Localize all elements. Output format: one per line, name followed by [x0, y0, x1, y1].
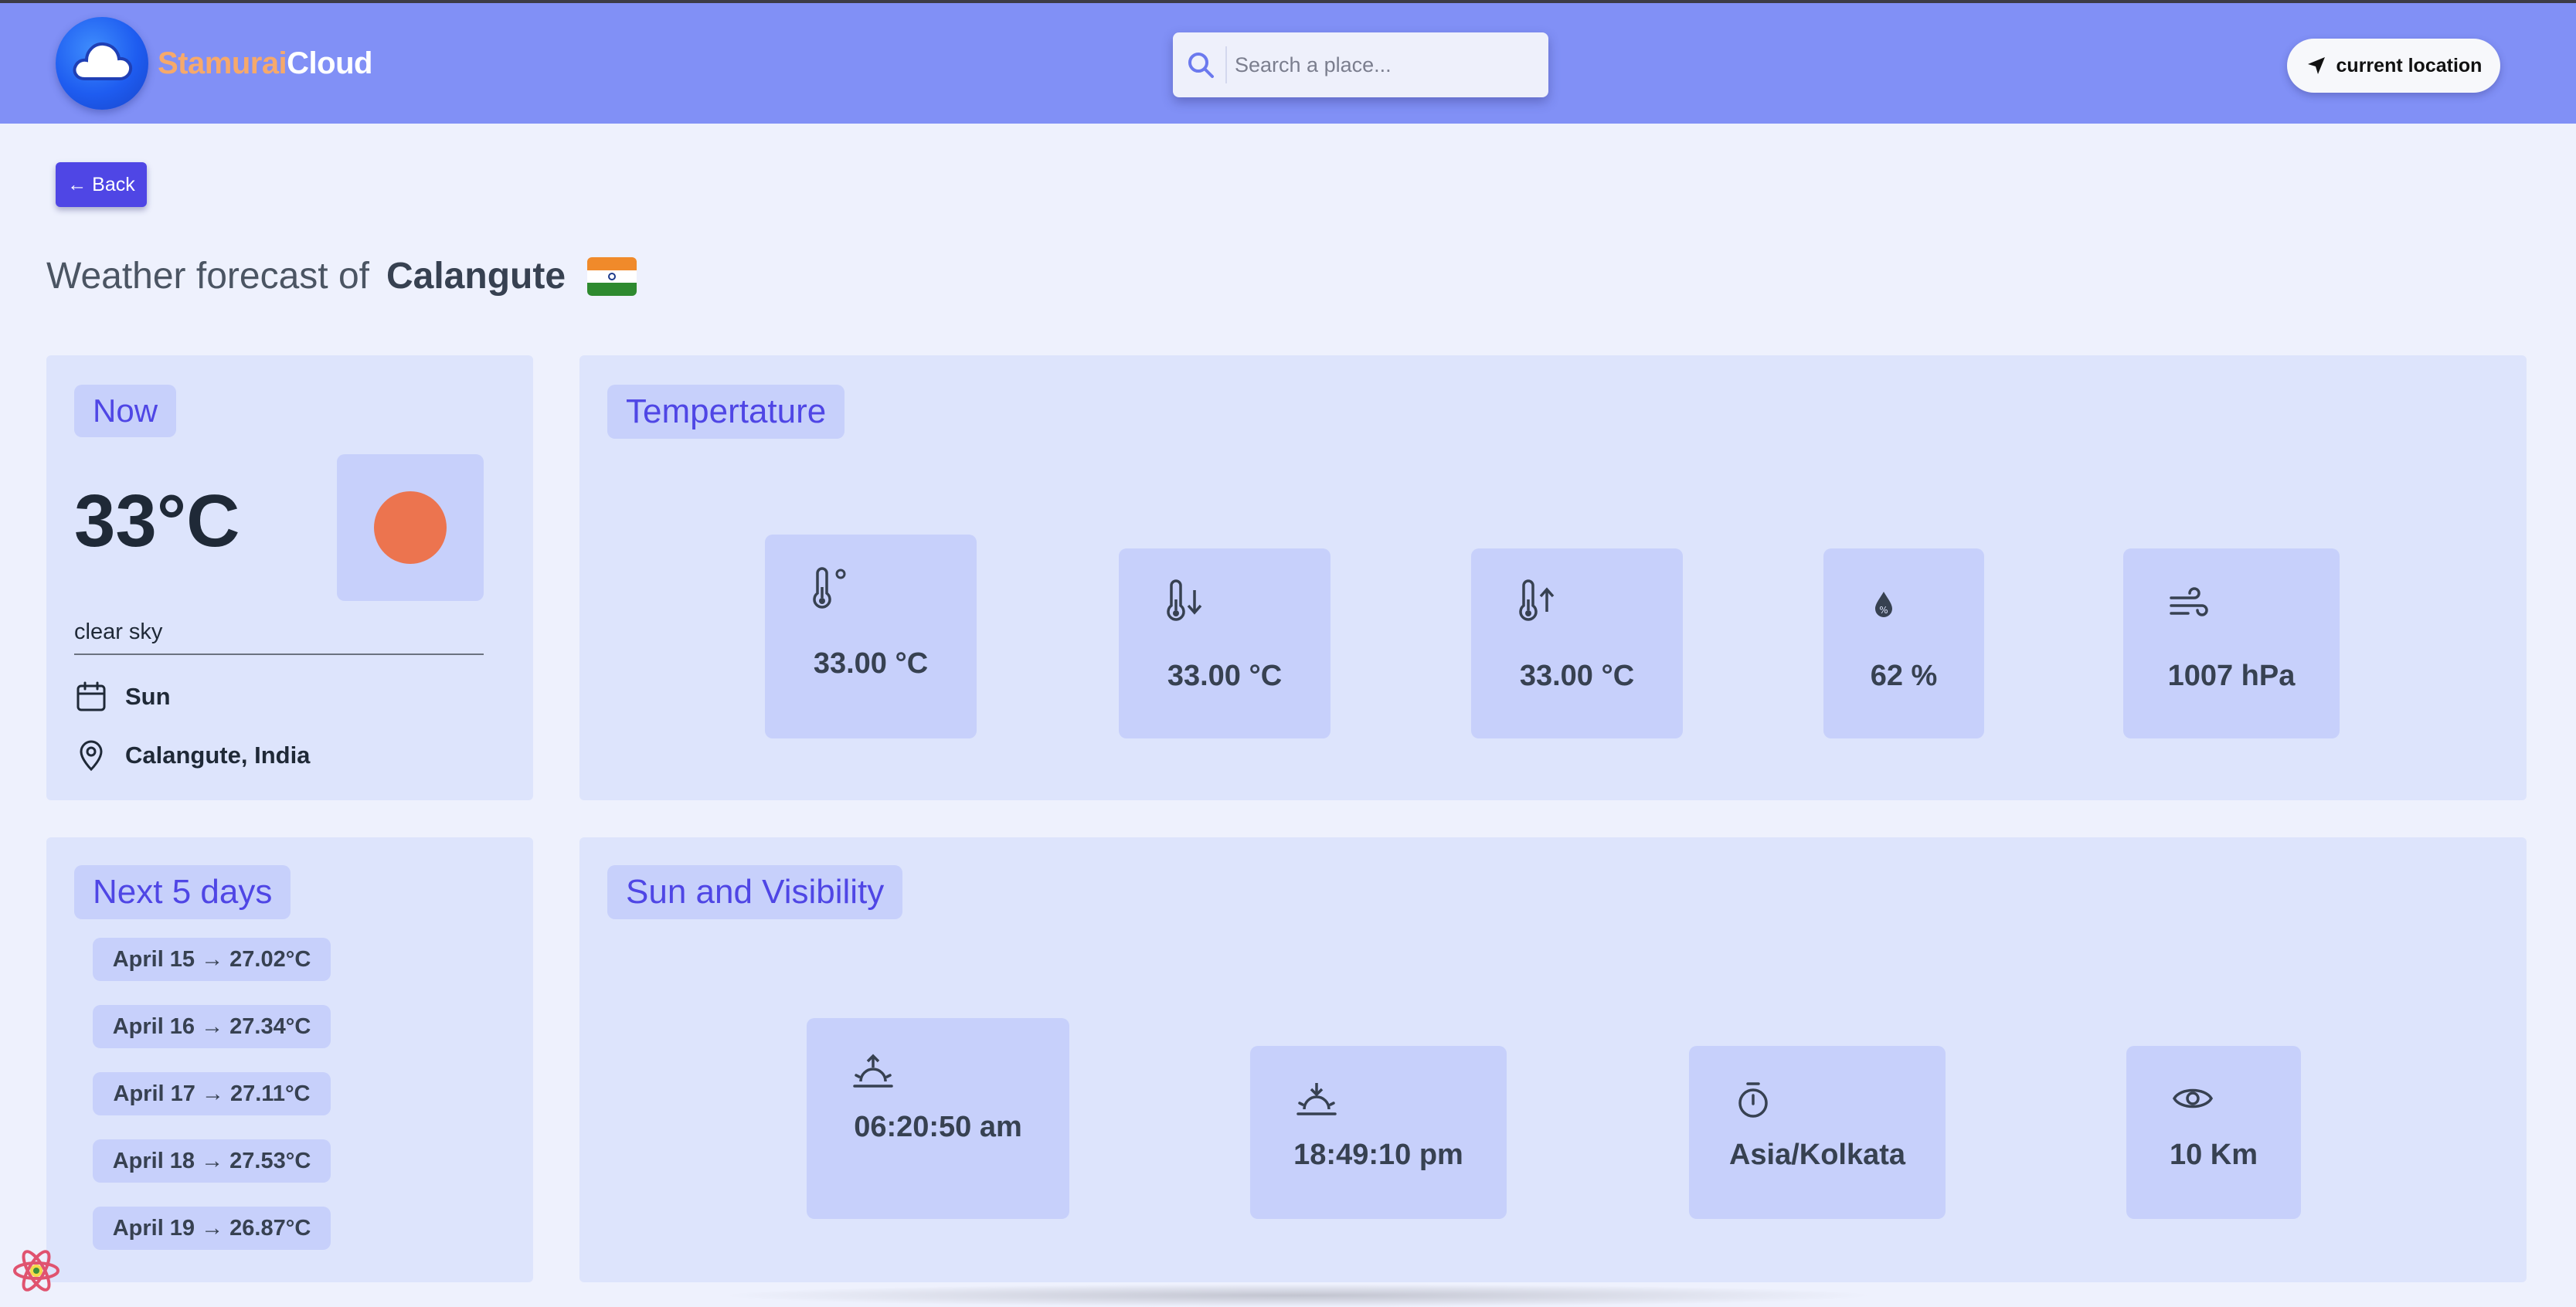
feels-like-value: 33.00 °C — [813, 647, 929, 680]
now-heading: Now — [74, 385, 177, 437]
forecast-day-item: April 15 → 27.02°C — [93, 938, 331, 981]
location-row: Calangute, India — [74, 738, 310, 772]
forecast-day-item: April 18 → 27.53°C — [93, 1139, 331, 1183]
min-temp-card: 33.00 °C — [1119, 548, 1330, 738]
search-box — [1173, 32, 1548, 97]
timezone-value: Asia/Kolkata — [1728, 1139, 1906, 1171]
app-header: StamuraiCloud current location — [0, 3, 2576, 124]
current-location-button[interactable]: current location — [2287, 39, 2500, 93]
divider — [74, 654, 484, 655]
pressure-card: 1007 hPa — [2123, 548, 2340, 738]
forecast-day-item: April 17 → 27.11°C — [93, 1072, 331, 1115]
next-days-heading: Next 5 days — [74, 865, 291, 919]
title-prefix: Weather forecast of — [46, 256, 369, 297]
forecast-day-item: April 16 → 27.34°C — [93, 1005, 331, 1048]
search-divider — [1225, 46, 1227, 83]
location-label: Calangute, India — [125, 742, 311, 769]
weather-icon-box — [337, 454, 484, 601]
thermometer-up-icon — [1519, 579, 1555, 621]
timezone-card: Asia/Kolkata — [1689, 1046, 1946, 1219]
sunrise-icon — [853, 1054, 893, 1088]
temperature-panel: Tempertature 33.00 °C 33.00 °C 33.00 °C — [579, 355, 2527, 800]
sunrise-value: 06:20:50 am — [854, 1111, 1022, 1143]
back-button[interactable]: ← Back — [56, 162, 147, 207]
humidity-value: 62 % — [1870, 660, 1938, 692]
next-days-panel: Next 5 days April 15 → 27.02°C April 16 … — [46, 837, 533, 1282]
current-temperature: 33°C — [74, 480, 240, 562]
sun-icon — [374, 491, 447, 564]
india-flag-icon — [587, 256, 637, 296]
brand-name-part1: Stamurai — [158, 46, 287, 80]
navigation-arrow-icon — [2307, 57, 2325, 74]
calendar-icon — [76, 681, 106, 711]
brand-name[interactable]: StamuraiCloud — [158, 46, 372, 81]
visibility-value: 10 Km — [2169, 1139, 2258, 1171]
eye-icon — [2172, 1088, 2214, 1108]
current-location-label: current location — [2336, 54, 2483, 76]
max-temp-value: 33.00 °C — [1519, 660, 1635, 692]
now-panel: Now 33°C clear sky Sun Calangute, India — [46, 355, 533, 800]
humidity-drop-icon: % — [1875, 592, 1892, 617]
forecast-day-item: April 19 → 26.87°C — [93, 1207, 331, 1250]
sun-visibility-panel: Sun and Visibility 06:20:50 am 18:49:10 … — [579, 837, 2527, 1282]
sun-visibility-heading: Sun and Visibility — [607, 865, 903, 919]
brand-name-part2: Cloud — [287, 46, 372, 80]
svg-text:%: % — [1879, 605, 1888, 616]
wind-icon — [2170, 587, 2208, 616]
humidity-card: % 62 % — [1823, 548, 1984, 738]
min-temp-value: 33.00 °C — [1167, 660, 1283, 692]
map-pin-icon — [80, 740, 103, 772]
feels-like-card: 33.00 °C — [765, 535, 977, 738]
visibility-card: 10 Km — [2126, 1046, 2301, 1219]
scroll-shadow — [719, 1284, 1878, 1307]
title-city: Calangute — [386, 256, 566, 297]
sunset-icon — [1296, 1083, 1337, 1115]
day-row: Sun — [74, 680, 171, 714]
weather-description: clear sky — [74, 620, 163, 644]
temperature-heading: Tempertature — [607, 385, 845, 439]
thermometer-degree-icon — [813, 567, 846, 609]
timer-icon — [1738, 1082, 1768, 1118]
day-label: Sun — [125, 683, 171, 710]
search-input[interactable] — [1235, 45, 1536, 85]
pressure-value: 1007 hPa — [2167, 660, 2296, 692]
react-devtools-icon[interactable] — [11, 1245, 62, 1296]
logo[interactable] — [56, 17, 148, 110]
max-temp-card: 33.00 °C — [1471, 548, 1683, 738]
search-icon[interactable] — [1184, 48, 1219, 83]
sunset-card: 18:49:10 pm — [1250, 1046, 1507, 1219]
sunset-value: 18:49:10 pm — [1293, 1139, 1463, 1171]
thermometer-down-icon — [1167, 579, 1202, 621]
sunrise-card: 06:20:50 am — [807, 1018, 1069, 1219]
page-title: Weather forecast of Calangute — [46, 255, 637, 297]
cloud-logo-icon — [73, 42, 133, 80]
